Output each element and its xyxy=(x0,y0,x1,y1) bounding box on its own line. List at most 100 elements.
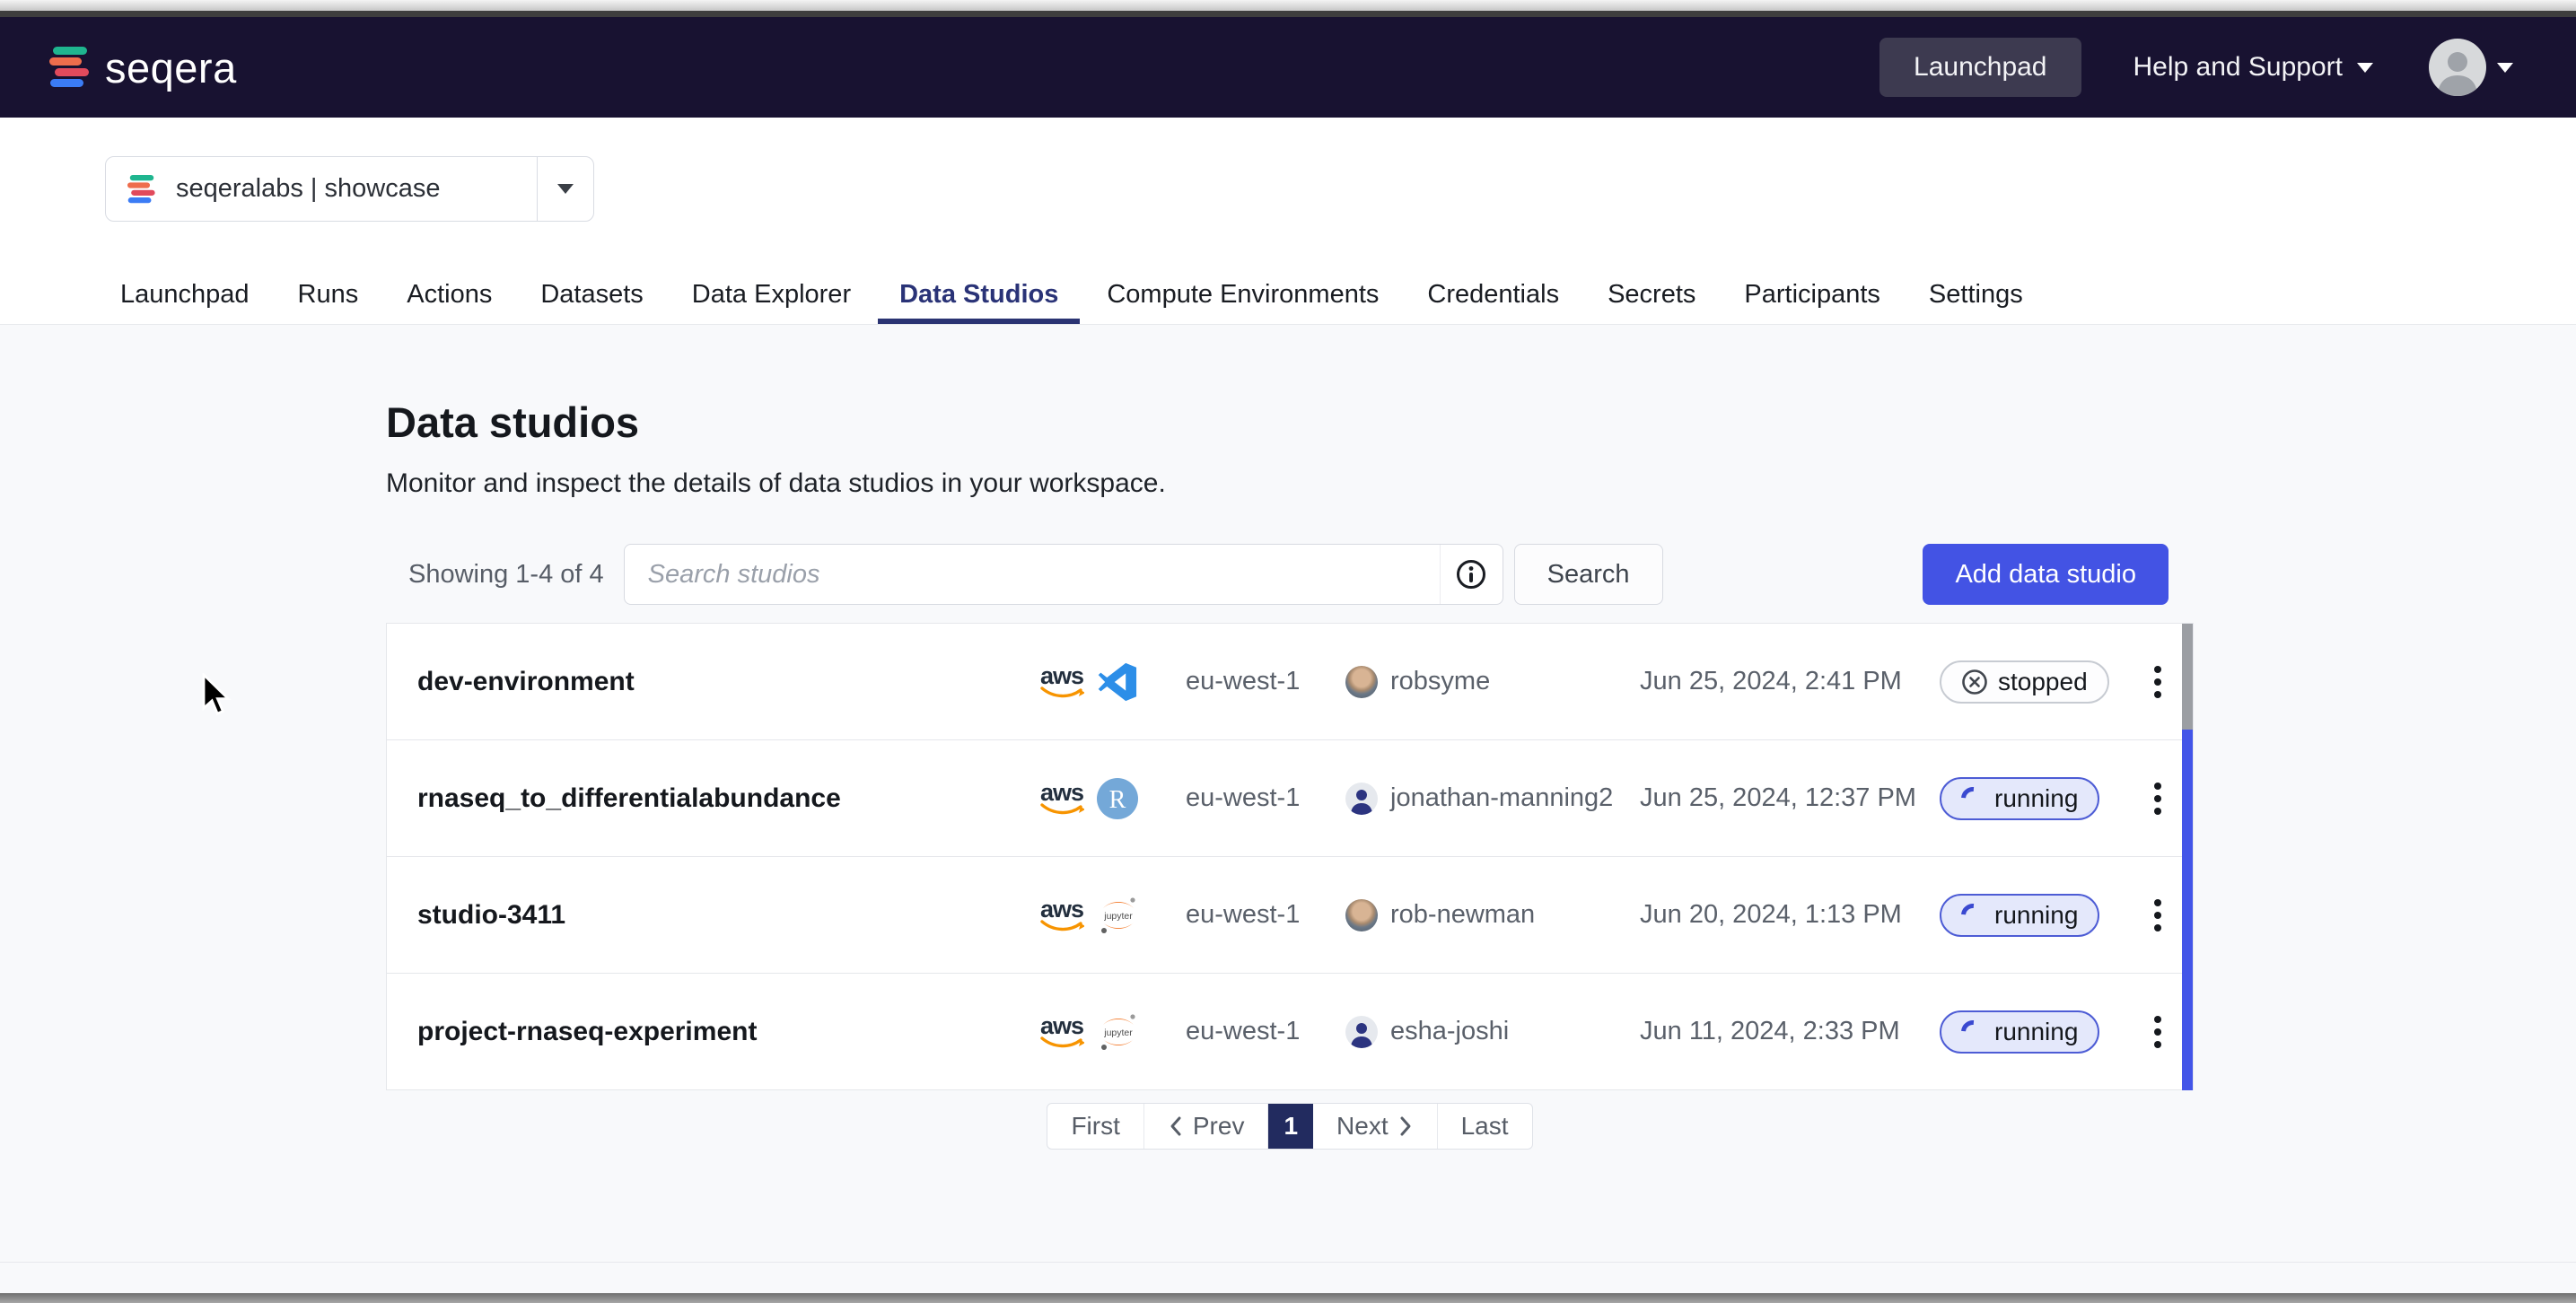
running-spinner-icon xyxy=(1957,782,1990,815)
user-name: esha-joshi xyxy=(1390,1017,1509,1046)
pagination-next[interactable]: Next xyxy=(1313,1104,1438,1149)
person-icon xyxy=(1345,785,1378,815)
user-cell: esha-joshi xyxy=(1345,1016,1640,1048)
tab-runs[interactable]: Runs xyxy=(298,265,359,324)
region-label: eu-west-1 xyxy=(1186,1017,1345,1046)
user-cell: robsyme xyxy=(1345,666,1640,698)
chevron-left-icon xyxy=(1168,1115,1184,1138)
tab-compute-environments[interactable]: Compute Environments xyxy=(1107,265,1379,324)
created-date: Jun 25, 2024, 2:41 PM xyxy=(1640,667,1940,696)
tab-credentials[interactable]: Credentials xyxy=(1427,265,1559,324)
studio-name-link[interactable]: rnaseq_to_differentialabundance xyxy=(417,783,1039,814)
search-input[interactable] xyxy=(625,545,1440,604)
jupyter-icon: jupyter xyxy=(1097,1010,1140,1054)
help-label: Help and Support xyxy=(2134,52,2344,83)
tab-actions[interactable]: Actions xyxy=(407,265,492,324)
window-bottom-edge xyxy=(0,1293,2576,1303)
table-row[interactable]: project-rnaseq-experiment aws xyxy=(387,974,2193,1090)
tab-settings[interactable]: Settings xyxy=(1929,265,2023,324)
tab-data-studios[interactable]: Data Studios xyxy=(899,265,1058,324)
studio-name-link[interactable]: dev-environment xyxy=(417,667,1039,697)
table-row[interactable]: rnaseq_to_differentialabundance aws R xyxy=(387,740,2193,857)
row-menu-button[interactable] xyxy=(2147,659,2169,705)
status-badge: running xyxy=(1940,894,2099,937)
brand-wordmark: seqera xyxy=(105,43,237,92)
kebab-icon xyxy=(2154,1016,2161,1023)
footer-divider xyxy=(0,1262,2576,1263)
status-label: running xyxy=(1994,1018,2078,1046)
help-and-support-menu[interactable]: Help and Support xyxy=(2134,52,2374,83)
row-menu-button[interactable] xyxy=(2147,892,2169,939)
user-avatar-generic xyxy=(1345,1016,1378,1048)
launchpad-button[interactable]: Launchpad xyxy=(1879,38,2081,97)
tab-datasets[interactable]: Datasets xyxy=(540,265,643,324)
status-badge: running xyxy=(1940,1010,2099,1054)
aws-smile-icon xyxy=(1039,1036,1084,1049)
status-label: running xyxy=(1994,901,2078,930)
aws-smile-icon xyxy=(1039,920,1084,932)
tab-data-explorer[interactable]: Data Explorer xyxy=(692,265,851,324)
created-date: Jun 11, 2024, 2:33 PM xyxy=(1640,1017,1940,1046)
avatar xyxy=(2429,39,2486,96)
status-badge: stopped xyxy=(1940,660,2109,704)
kebab-icon xyxy=(2154,666,2161,673)
created-date: Jun 20, 2024, 1:13 PM xyxy=(1640,900,1940,930)
workspace-selector-label: seqeralabs | showcase xyxy=(176,174,440,204)
studio-icons: aws R xyxy=(1039,778,1186,819)
workspace-selector[interactable]: seqeralabs | showcase xyxy=(105,156,594,222)
studio-icons: aws xyxy=(1039,661,1186,703)
pagination-prev[interactable]: Prev xyxy=(1144,1104,1269,1149)
aws-logo-icon: aws xyxy=(1039,898,1084,932)
window-frame xyxy=(0,11,2576,17)
aws-smile-icon xyxy=(1039,803,1084,816)
pagination-first[interactable]: First xyxy=(1047,1104,1143,1149)
studios-table: dev-environment aws eu- xyxy=(386,623,2194,1090)
stopped-circle-x-icon xyxy=(1961,669,1988,695)
person-icon xyxy=(2429,42,2486,96)
created-date: Jun 25, 2024, 12:37 PM xyxy=(1640,783,1940,813)
studio-icons: aws jupyter xyxy=(1039,1010,1186,1054)
region-label: eu-west-1 xyxy=(1186,900,1345,930)
running-spinner-icon xyxy=(1957,1015,1990,1048)
workspace-selector-toggle[interactable] xyxy=(538,184,593,194)
aws-logo-icon: aws xyxy=(1039,1015,1084,1049)
window-top-edge xyxy=(0,0,2576,11)
user-avatar-photo xyxy=(1345,899,1378,931)
kebab-icon xyxy=(2154,899,2161,906)
seqera-logo[interactable]: seqera xyxy=(49,43,237,92)
table-scrollbar-thumb[interactable] xyxy=(2182,624,2193,730)
page-subtitle: Monitor and inspect the details of data … xyxy=(386,468,2194,499)
pagination-page-1[interactable]: 1 xyxy=(1268,1104,1313,1149)
user-menu[interactable] xyxy=(2429,39,2513,96)
pagination: First Prev 1 Next Last xyxy=(1047,1103,1532,1150)
table-scrollbar-track[interactable] xyxy=(2182,624,2193,1090)
pagination-last[interactable]: Last xyxy=(1438,1104,1532,1149)
workspace-tabs: Launchpad Runs Actions Datasets Data Exp… xyxy=(0,265,2576,324)
user-name: rob-newman xyxy=(1390,900,1535,930)
add-data-studio-button[interactable]: Add data studio xyxy=(1923,544,2169,605)
studio-name-link[interactable]: project-rnaseq-experiment xyxy=(417,1017,1039,1047)
user-cell: jonathan-manning2 xyxy=(1345,783,1640,815)
showing-count: Showing 1-4 of 4 xyxy=(408,560,604,590)
running-spinner-icon xyxy=(1957,898,1990,931)
studio-name-link[interactable]: studio-3411 xyxy=(417,900,1039,931)
table-row[interactable]: dev-environment aws eu- xyxy=(387,624,2193,740)
person-icon xyxy=(1345,1019,1378,1048)
search-button[interactable]: Search xyxy=(1514,544,1663,605)
seqera-mark-icon xyxy=(49,45,91,90)
table-row[interactable]: studio-3411 aws xyxy=(387,857,2193,974)
tab-launchpad[interactable]: Launchpad xyxy=(120,265,250,324)
chevron-down-icon xyxy=(557,184,574,194)
row-menu-button[interactable] xyxy=(2147,1009,2169,1055)
tab-participants[interactable]: Participants xyxy=(1744,265,1880,324)
svg-text:R: R xyxy=(1109,786,1126,814)
kebab-icon xyxy=(2154,783,2161,790)
aws-smile-icon xyxy=(1039,686,1084,699)
row-menu-button[interactable] xyxy=(2147,775,2169,822)
status-label: running xyxy=(1994,784,2078,813)
tab-secrets[interactable]: Secrets xyxy=(1608,265,1695,324)
top-navbar: seqera Launchpad Help and Support xyxy=(0,17,2576,118)
seqera-mark-icon xyxy=(127,173,156,206)
search-info-button[interactable] xyxy=(1440,545,1503,604)
user-avatar-photo xyxy=(1345,666,1378,698)
